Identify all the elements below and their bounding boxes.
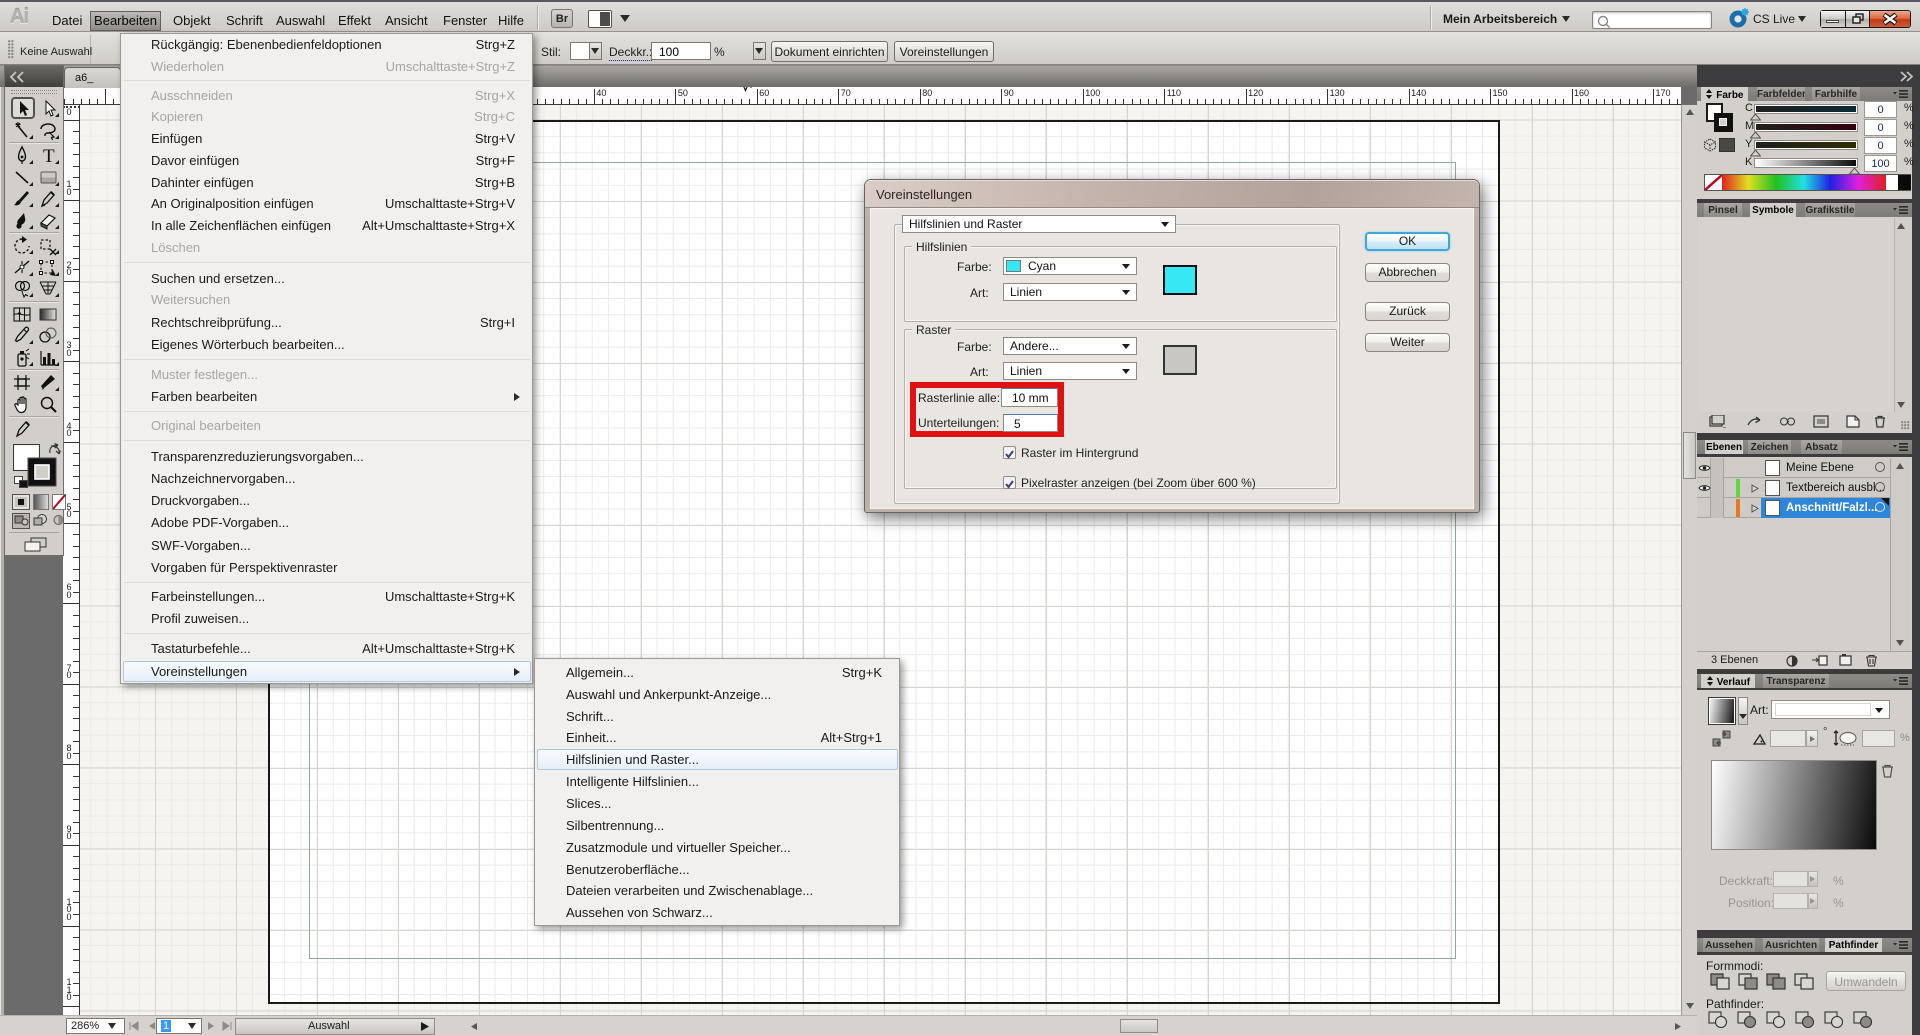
svg-text:T: T: [43, 146, 55, 166]
